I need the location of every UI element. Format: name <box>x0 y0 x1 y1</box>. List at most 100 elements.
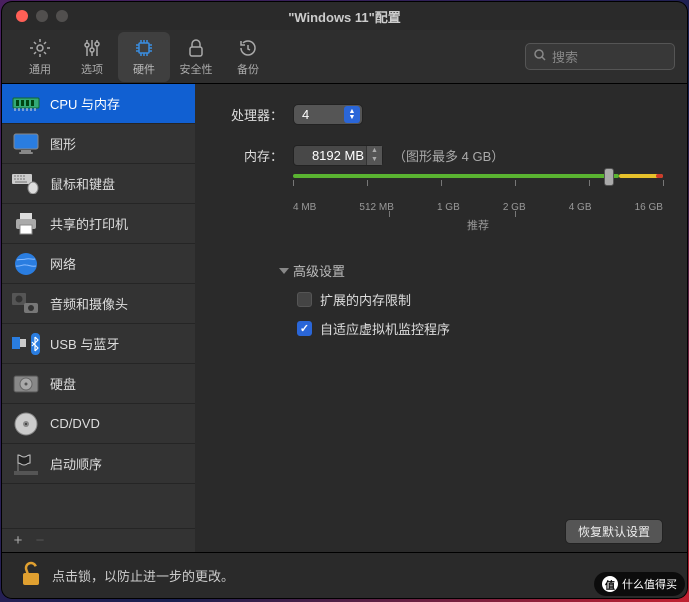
sidebar-label: USB 与蓝牙 <box>50 334 119 353</box>
search-placeholder: 搜索 <box>552 47 578 66</box>
toolbar-general[interactable]: 通用 <box>14 32 66 82</box>
clock-back-icon <box>238 37 258 59</box>
sidebar-item-cddvd[interactable]: CD/DVD <box>2 404 195 444</box>
watermark-text: 什么值得买 <box>622 576 677 592</box>
memory-note: （图形最多 4 GB） <box>393 146 504 165</box>
flag-icon <box>12 450 40 478</box>
tick-label: 1 GB <box>437 202 460 213</box>
sidebar-label: 图形 <box>50 134 76 153</box>
restore-button[interactable]: 恢复默认设置 <box>565 519 663 544</box>
memory-stepper[interactable]: ▲▼ <box>366 146 382 165</box>
search-input[interactable]: 搜索 <box>525 43 675 70</box>
toolbar-options[interactable]: 选项 <box>66 32 118 82</box>
sidebar-item-network[interactable]: 网络 <box>2 244 195 284</box>
restore-defaults: 恢复默认设置 <box>565 519 663 544</box>
keyboard-mouse-icon <box>12 170 40 198</box>
processor-label: 处理器： <box>219 105 283 124</box>
sidebar-item-cpu[interactable]: CPU 与内存 <box>2 84 195 124</box>
tick-label: 16 GB <box>635 202 663 213</box>
memory-input[interactable]: 8192 MB ▲▼ <box>293 145 383 166</box>
sidebar-label: 网络 <box>50 254 76 273</box>
adaptive-hypervisor-checkbox[interactable]: 自适应虚拟机监控程序 <box>297 319 663 338</box>
lock-icon <box>187 37 205 59</box>
maximize-icon[interactable] <box>56 10 68 22</box>
main-panel: 处理器： 4 ▲▼ 内存： 8192 MB ▲▼ （图形最多 4 GB） <box>195 84 687 552</box>
close-icon[interactable] <box>16 10 28 22</box>
speaker-camera-icon <box>12 290 40 318</box>
lock-message: 点击锁，以防止进一步的更改。 <box>52 566 234 585</box>
ram-icon <box>12 90 40 118</box>
sidebar-label: 共享的打印机 <box>50 214 128 233</box>
window-title: "Windows 11"配置 <box>2 7 687 26</box>
tick-label: 4 GB <box>569 202 592 213</box>
watermark: 值 什么值得买 <box>594 572 685 596</box>
watermark-logo: 值 <box>602 576 618 592</box>
monitor-icon <box>12 130 40 158</box>
recommended-label: 推荐 <box>293 217 663 233</box>
tick-label: 4 MB <box>293 202 316 213</box>
disc-icon <box>12 410 40 438</box>
memory-row: 内存： 8192 MB ▲▼ （图形最多 4 GB） <box>219 145 663 166</box>
advanced-label: 高级设置 <box>293 261 345 280</box>
extended-memory-checkbox[interactable]: 扩展的内存限制 <box>297 290 663 309</box>
minimize-icon[interactable] <box>36 10 48 22</box>
sidebar-label: 硬盘 <box>50 374 76 393</box>
toolbar-hardware[interactable]: 硬件 <box>118 32 170 82</box>
toolbar-label: 硬件 <box>133 61 155 77</box>
content-body: CPU 与内存 图形 鼠标和键盘 共享的打印机 网络 音频和摄像头 <box>2 84 687 552</box>
toolbar-label: 安全性 <box>180 61 213 77</box>
chevron-updown-icon: ▲▼ <box>344 106 360 123</box>
memory-slider: 4 MB 512 MB 1 GB 2 GB 4 GB 16 GB 推荐 <box>293 172 663 233</box>
sidebar-item-graphics[interactable]: 图形 <box>2 124 195 164</box>
slider-track[interactable] <box>293 172 663 194</box>
add-button[interactable]: + <box>8 532 28 549</box>
lock-bar: 点击锁，以防止进一步的更改。 <box>2 552 687 598</box>
sidebar-item-printers[interactable]: 共享的打印机 <box>2 204 195 244</box>
slider-labels: 4 MB 512 MB 1 GB 2 GB 4 GB 16 GB <box>293 202 663 213</box>
toolbar-backup[interactable]: 备份 <box>222 32 274 82</box>
checkbox-icon <box>297 292 312 307</box>
memory-label: 内存： <box>219 146 283 165</box>
toolbar-label: 通用 <box>29 61 51 77</box>
chevron-down-icon <box>279 268 289 274</box>
sidebar-label: 启动顺序 <box>50 454 102 473</box>
globe-icon <box>12 250 40 278</box>
sidebar-label: CPU 与内存 <box>50 94 120 113</box>
checkbox-icon <box>297 321 312 336</box>
remove-button[interactable]: − <box>30 532 50 549</box>
slider-knob[interactable] <box>604 168 614 186</box>
titlebar: "Windows 11"配置 <box>2 2 687 30</box>
sliders-icon <box>82 37 102 59</box>
checkbox-label: 自适应虚拟机监控程序 <box>320 319 450 338</box>
processor-row: 处理器： 4 ▲▼ <box>219 104 663 125</box>
lock-open-icon[interactable] <box>20 561 42 590</box>
traffic-lights <box>2 10 68 22</box>
advanced-toggle[interactable]: 高级设置 <box>279 261 663 280</box>
checkbox-label: 扩展的内存限制 <box>320 290 411 309</box>
toolbar-security[interactable]: 安全性 <box>170 32 222 82</box>
hdd-icon <box>12 370 40 398</box>
printer-icon <box>12 210 40 238</box>
sidebar-label: 鼠标和键盘 <box>50 174 115 193</box>
sidebar-item-usb[interactable]: USB 与蓝牙 <box>2 324 195 364</box>
config-window: "Windows 11"配置 通用 选项 硬件 安全性 备份 搜索 <box>2 2 687 598</box>
sidebar-label: 音频和摄像头 <box>50 294 128 313</box>
usb-bluetooth-icon <box>12 330 40 358</box>
toolbar-label: 选项 <box>81 61 103 77</box>
sidebar-label: CD/DVD <box>50 416 100 431</box>
gear-icon <box>30 37 50 59</box>
add-remove-row: + − <box>2 528 195 552</box>
sidebar-item-mouse[interactable]: 鼠标和键盘 <box>2 164 195 204</box>
sidebar-item-audio[interactable]: 音频和摄像头 <box>2 284 195 324</box>
processor-select[interactable]: 4 ▲▼ <box>293 104 363 125</box>
sidebar-item-hdd[interactable]: 硬盘 <box>2 364 195 404</box>
advanced-section: 高级设置 扩展的内存限制 自适应虚拟机监控程序 <box>279 261 663 348</box>
sidebar-item-boot[interactable]: 启动顺序 <box>2 444 195 484</box>
memory-value: 8192 MB <box>312 148 364 163</box>
toolbar-label: 备份 <box>237 61 259 77</box>
chip-icon <box>134 37 154 59</box>
sidebar: CPU 与内存 图形 鼠标和键盘 共享的打印机 网络 音频和摄像头 <box>2 84 195 552</box>
processor-value: 4 <box>302 107 309 122</box>
search-icon <box>534 49 546 64</box>
toolbar: 通用 选项 硬件 安全性 备份 搜索 <box>2 30 687 84</box>
